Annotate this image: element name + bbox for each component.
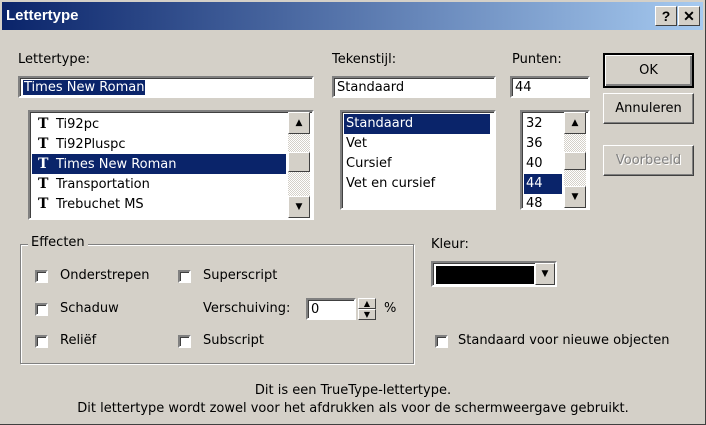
spin-down-icon[interactable]: ▼ <box>358 309 376 320</box>
info-line-2: Dit lettertype wordt zowel voor het afdr… <box>77 401 629 416</box>
font-label: Lettertype: <box>18 52 90 67</box>
superscript-label: Superscript <box>203 268 278 283</box>
font-input[interactable]: Times New Roman <box>18 76 314 98</box>
list-item[interactable]: 44 <box>524 174 562 194</box>
list-item-label: 40 <box>526 156 543 171</box>
offset-unit: % <box>384 301 397 316</box>
scroll-down-icon[interactable]: ▼ <box>564 186 586 208</box>
emboss-checkbox[interactable] <box>35 335 48 348</box>
font-list-scrollbar[interactable]: ▲ ▼ <box>288 112 310 218</box>
list-item[interactable]: T Times New Roman <box>32 154 286 174</box>
truetype-icon: T <box>38 156 49 172</box>
list-item[interactable]: Vet en cursief <box>344 174 490 194</box>
list-item-label: 44 <box>526 176 543 191</box>
underline-checkbox[interactable] <box>35 270 48 283</box>
list-item[interactable]: T Trebuchet MS <box>32 194 286 214</box>
list-item[interactable]: T Ti92pc <box>32 114 286 134</box>
size-input[interactable]: 44 <box>510 76 590 98</box>
list-item-label: Cursief <box>346 156 392 171</box>
default-checkbox-label: Standaard voor nieuwe objecten <box>458 333 670 348</box>
subscript-label: Subscript <box>203 333 264 348</box>
scroll-down-icon[interactable]: ▼ <box>288 196 310 218</box>
list-item-label: Times New Roman <box>56 157 177 172</box>
color-swatch <box>436 266 534 284</box>
subscript-checkbox[interactable] <box>178 335 191 348</box>
list-item-label: Vet en cursief <box>346 176 436 191</box>
shadow-label: Schaduw <box>60 301 119 316</box>
preview-button[interactable]: Voorbeeld <box>603 145 694 176</box>
truetype-icon: T <box>38 116 49 132</box>
help-icon: ? <box>661 8 671 24</box>
scroll-thumb[interactable] <box>288 152 310 172</box>
ok-button-label: OK <box>639 63 658 78</box>
preview-button-label: Voorbeeld <box>615 153 682 168</box>
list-item-label: Ti92Pluspc <box>56 137 126 152</box>
chevron-down-icon[interactable]: ▼ <box>535 263 555 285</box>
effects-label: Effecten <box>28 235 88 250</box>
size-input-value: 44 <box>515 80 532 95</box>
color-dropdown[interactable]: ▼ <box>431 261 557 287</box>
scroll-up-icon[interactable]: ▲ <box>288 112 310 134</box>
truetype-icon: T <box>38 176 49 192</box>
list-item-label: Vet <box>346 136 367 151</box>
list-item-label: Standaard <box>346 116 414 131</box>
list-item-label: Transportation <box>56 177 150 192</box>
offset-input[interactable]: 0 <box>306 298 356 320</box>
size-label: Punten: <box>512 52 562 67</box>
cancel-button[interactable]: Annuleren <box>603 93 694 124</box>
spin-up-icon[interactable]: ▲ <box>358 298 376 309</box>
cancel-button-label: Annuleren <box>615 101 682 116</box>
list-item[interactable]: Vet <box>344 134 490 154</box>
list-item-label: Ti92pc <box>56 117 100 132</box>
style-list[interactable]: Standaard Vet Cursief Vet en cursief <box>340 110 496 210</box>
shadow-checkbox[interactable] <box>35 303 48 316</box>
emboss-label: Reliëf <box>60 333 97 348</box>
truetype-icon: T <box>38 196 49 212</box>
offset-label: Verschuiving: <box>203 301 291 316</box>
style-input-value: Standaard <box>337 80 405 95</box>
close-button[interactable]: ✕ <box>678 6 700 26</box>
list-item-label: 36 <box>526 136 543 151</box>
size-list-scrollbar[interactable]: ▲ ▼ <box>564 112 586 208</box>
close-icon: ✕ <box>683 8 695 24</box>
truetype-icon: T <box>38 136 49 152</box>
dialog-title: Lettertype <box>6 7 79 24</box>
superscript-checkbox[interactable] <box>178 270 191 283</box>
title-bar[interactable]: Lettertype ? ✕ <box>2 2 703 30</box>
help-button[interactable]: ? <box>655 6 677 26</box>
size-list[interactable]: 32 36 40 44 48 ▲ ▼ <box>520 110 590 210</box>
underline-label: Onderstrepen <box>60 268 150 283</box>
list-item[interactable]: 32 <box>524 114 562 134</box>
list-item-label: 48 <box>526 196 543 210</box>
list-item[interactable]: T Ti92Pluspc <box>32 134 286 154</box>
list-item[interactable]: Cursief <box>344 154 490 174</box>
list-item-label: 32 <box>526 116 543 131</box>
list-item[interactable]: Standaard <box>344 114 490 134</box>
font-dialog: Lettertype ? ✕ Lettertype: Times New Rom… <box>0 0 706 425</box>
list-item[interactable]: 36 <box>524 134 562 154</box>
style-input[interactable]: Standaard <box>332 76 496 98</box>
ok-button[interactable]: OK <box>603 53 694 88</box>
font-list[interactable]: T Ti92pc T Ti92Pluspc T Times New Roman T Trans… <box>28 110 314 220</box>
list-item[interactable]: 48 <box>524 194 562 210</box>
color-label: Kleur: <box>431 237 469 252</box>
scroll-up-icon[interactable]: ▲ <box>564 112 586 134</box>
default-checkbox[interactable] <box>435 335 448 348</box>
offset-input-value: 0 <box>311 302 320 317</box>
list-item-label: Trebuchet MS <box>56 197 144 212</box>
list-item[interactable]: T Transportation <box>32 174 286 194</box>
info-line-1: Dit is een TrueType-lettertype. <box>254 383 452 398</box>
font-input-value: Times New Roman <box>23 80 146 95</box>
style-label: Tekenstijl: <box>332 52 397 67</box>
scroll-thumb[interactable] <box>564 152 586 170</box>
list-item[interactable]: 40 <box>524 154 562 174</box>
